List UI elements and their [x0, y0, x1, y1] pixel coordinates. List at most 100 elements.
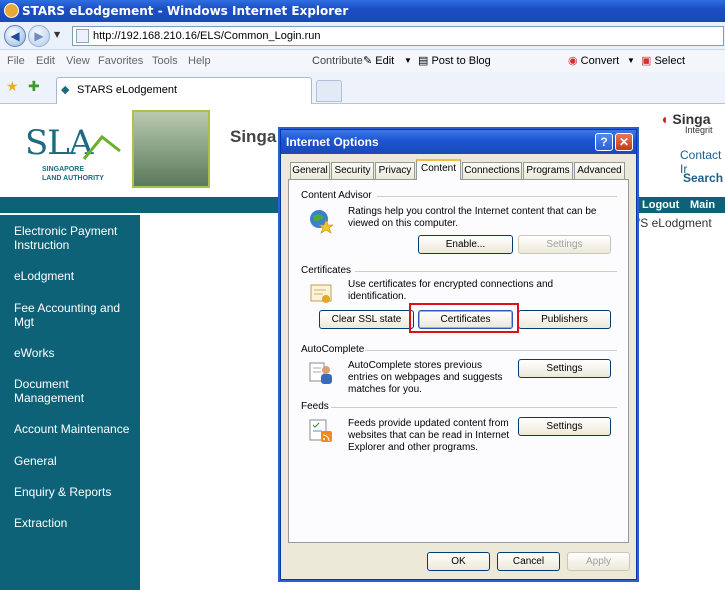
tab-privacy[interactable]: Privacy [375, 162, 415, 179]
new-tab-button[interactable] [316, 80, 342, 102]
sla-logo: SLA SINGAPORE LAND AUTHORITY [20, 123, 130, 188]
feeds-desc: Feeds provide updated content from websi… [348, 418, 510, 453]
site-favicon-icon: ◆ [61, 84, 70, 96]
sidebar-item-elodgment[interactable]: eLodgment [14, 269, 134, 283]
divider [365, 350, 617, 351]
menu-file[interactable]: File [7, 50, 25, 72]
content-advisor-settings-button[interactable]: Settings [518, 235, 611, 254]
content-tab-panel: Content Advisor Ratings help you control… [288, 179, 629, 543]
back-arrow-icon[interactable]: ◀ [4, 25, 26, 47]
sidebar-item-general[interactable]: General [14, 454, 134, 468]
browser-tab-title: STARS eLodgement [77, 84, 178, 96]
tab-programs[interactable]: Programs [523, 162, 573, 179]
add-favorites-icon[interactable]: ✚ [28, 79, 40, 95]
publishers-button[interactable]: Publishers [518, 310, 611, 329]
sidebar-item-extraction[interactable]: Extraction [14, 516, 134, 530]
favorites-star-icon[interactable]: ★ [6, 79, 19, 95]
lion-head-icon: ◖ [660, 111, 669, 127]
internet-options-dialog: Internet Options ? ✕ General Security Pr… [280, 129, 637, 580]
sidebar-item-document-management[interactable]: Document Management [14, 377, 134, 405]
cancel-button[interactable]: Cancel [497, 552, 560, 571]
address-url: http://192.168.210.16/ELS/Common_Login.r… [93, 30, 321, 42]
divider [331, 407, 617, 408]
right-logo-sub: Integrit [685, 125, 713, 135]
certificates-desc: Use certificates for encrypted connectio… [348, 279, 554, 302]
edit-label: Edit [375, 55, 395, 67]
tab-bar: ★ ✚ ◆ STARS eLodgement [0, 72, 725, 104]
globe-star-icon [310, 210, 334, 234]
blog-icon: ▤ [418, 55, 429, 67]
content-advisor-desc: Ratings help you control the Internet co… [348, 206, 597, 229]
contribute-button[interactable]: Contribute [312, 50, 363, 72]
convert-icon: ◉ [568, 55, 578, 67]
address-bar[interactable]: http://192.168.210.16/ELS/Common_Login.r… [72, 26, 724, 46]
enable-button[interactable]: Enable... [418, 235, 513, 254]
sla-logo-subtitle: SINGAPORE LAND AUTHORITY [42, 165, 104, 183]
forward-arrow-icon[interactable]: ▶ [28, 25, 50, 47]
sidebar-item-fee-accounting[interactable]: Fee Accounting and Mgt [14, 301, 134, 329]
certificates-heading: Certificates [301, 265, 352, 276]
tab-content[interactable]: Content [416, 159, 461, 180]
dialog-title-bar: Internet Options ? ✕ [281, 130, 636, 154]
autocomplete-icon [309, 362, 332, 384]
select-button[interactable]: ▣ Select [641, 50, 685, 72]
close-button[interactable]: ✕ [615, 133, 633, 151]
tab-advanced[interactable]: Advanced [574, 162, 625, 179]
menu-bar: File Edit View Favorites Tools Help Cont… [0, 50, 725, 72]
dialog-title: Internet Options [286, 135, 379, 149]
help-button[interactable]: ? [595, 133, 613, 151]
sidebar-item-account-maintenance[interactable]: Account Maintenance [14, 422, 134, 436]
tab-general[interactable]: General [290, 162, 330, 179]
banner-title: Singa [230, 127, 277, 146]
edit-toolbar-button[interactable]: ✎ Edit [363, 50, 394, 72]
menu-tools[interactable]: Tools [152, 50, 178, 72]
autocomplete-desc: AutoComplete stores previous entries on … [348, 360, 503, 395]
address-row: ◀ ▶ ▼ http://192.168.210.16/ELS/Common_L… [0, 22, 725, 50]
tab-security[interactable]: Security [331, 162, 374, 179]
feeds-heading: Feeds [301, 401, 329, 412]
tab-connections[interactable]: Connections [462, 162, 522, 179]
history-dropdown-icon[interactable]: ▼ [54, 30, 60, 39]
sidebar-item-eworks[interactable]: eWorks [14, 346, 134, 360]
ok-button[interactable]: OK [427, 552, 490, 571]
convert-label: Convert [580, 55, 620, 67]
convert-button[interactable]: ◉ Convert [568, 50, 619, 72]
menu-edit[interactable]: Edit [36, 50, 55, 72]
menu-help[interactable]: Help [188, 50, 211, 72]
content-advisor-heading: Content Advisor [301, 190, 372, 201]
edit-dropdown-icon[interactable]: ▼ [404, 50, 412, 72]
search-link[interactable]: Search [683, 171, 723, 185]
certificate-icon [310, 284, 332, 303]
divider [355, 271, 617, 272]
autocomplete-heading: AutoComplete [301, 344, 365, 355]
post-to-blog-button[interactable]: ▤ Post to Blog [418, 50, 491, 72]
sidebar: Electronic Payment Instruction eLodgment… [0, 215, 140, 590]
menu-favorites[interactable]: Favorites [98, 50, 143, 72]
autocomplete-settings-button[interactable]: Settings [518, 359, 611, 378]
sla-swoosh-icon [82, 134, 121, 160]
page-icon [76, 29, 89, 43]
browser-tab[interactable]: ◆ STARS eLodgement [56, 77, 312, 104]
sla-sub-line2: LAND AUTHORITY [42, 175, 104, 182]
feeds-settings-button[interactable]: Settings [518, 417, 611, 436]
browser-title: STARS eLodgement - Windows Internet Expl… [22, 4, 349, 18]
browser-title-bar: STARS eLodgement - Windows Internet Expl… [0, 0, 725, 22]
banner-photo [132, 110, 210, 188]
sidebar-item-electronic-payment[interactable]: Electronic Payment Instruction [14, 224, 134, 252]
els-heading: 'S eLodgment [638, 216, 712, 230]
right-logo: ◖ Singa Integrit [660, 111, 713, 135]
post-to-blog-label: Post to Blog [431, 55, 491, 67]
edit-icon: ✎ [363, 55, 373, 67]
divider [377, 196, 617, 197]
menu-view[interactable]: View [66, 50, 90, 72]
convert-dropdown-icon[interactable]: ▼ [627, 50, 635, 72]
sla-sub-line1: SINGAPORE [42, 166, 85, 173]
select-icon: ▣ [641, 55, 652, 67]
sidebar-item-enquiry-reports[interactable]: Enquiry & Reports [14, 485, 134, 499]
clear-ssl-state-button[interactable]: Clear SSL state [319, 310, 414, 329]
apply-button[interactable]: Apply [567, 552, 630, 571]
logout-link[interactable]: Logout [642, 197, 679, 213]
main-link[interactable]: Main [690, 197, 715, 213]
certificates-highlight-box [409, 303, 519, 333]
feeds-icon [309, 419, 332, 442]
